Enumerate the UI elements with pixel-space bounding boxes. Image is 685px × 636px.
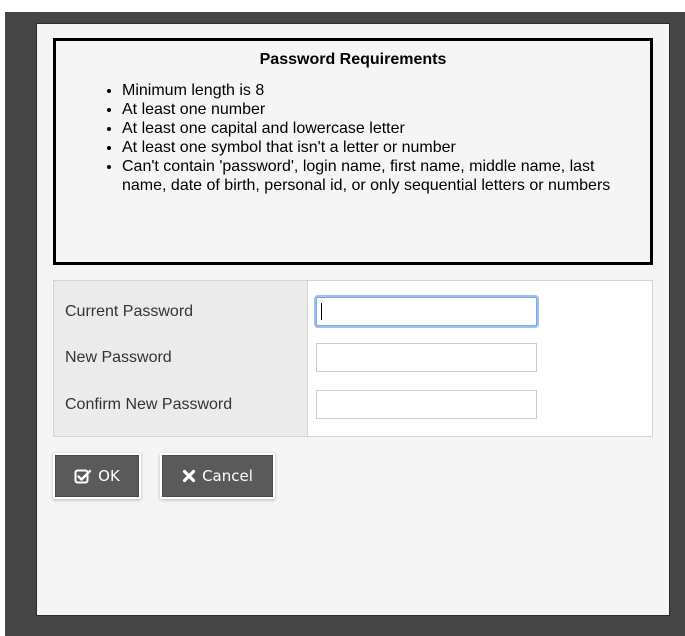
requirement-item: Can't contain 'password', login name, fi…: [122, 157, 642, 195]
change-password-dialog: Password Requirements Minimum length is …: [36, 23, 670, 616]
requirement-item: Minimum length is 8: [122, 81, 642, 100]
requirement-item: At least one symbol that isn't a letter …: [122, 138, 642, 157]
requirement-item: At least one number: [122, 100, 642, 119]
new-password-input[interactable]: [316, 343, 537, 372]
requirement-item: At least one capital and lowercase lette…: [122, 119, 642, 138]
text-caret: [321, 303, 322, 320]
ok-button[interactable]: OK: [55, 455, 139, 497]
password-requirements-box: Password Requirements Minimum length is …: [53, 38, 653, 265]
ok-button-label: OK: [98, 467, 120, 485]
current-password-input[interactable]: [316, 297, 537, 326]
cancel-button[interactable]: Cancel: [162, 455, 273, 497]
requirements-list: Minimum length is 8 At least one number …: [56, 81, 642, 195]
new-password-label: New Password: [65, 349, 172, 366]
check-square-icon: [74, 468, 92, 484]
cancel-button-label: Cancel: [202, 467, 253, 485]
requirements-title: Password Requirements: [259, 51, 447, 68]
confirm-password-label: Confirm New Password: [65, 396, 233, 413]
password-form: Current Password New Password Confirm Ne…: [53, 280, 653, 437]
current-password-label: Current Password: [65, 303, 194, 320]
confirm-password-input[interactable]: [316, 390, 537, 419]
close-icon: [182, 469, 196, 483]
